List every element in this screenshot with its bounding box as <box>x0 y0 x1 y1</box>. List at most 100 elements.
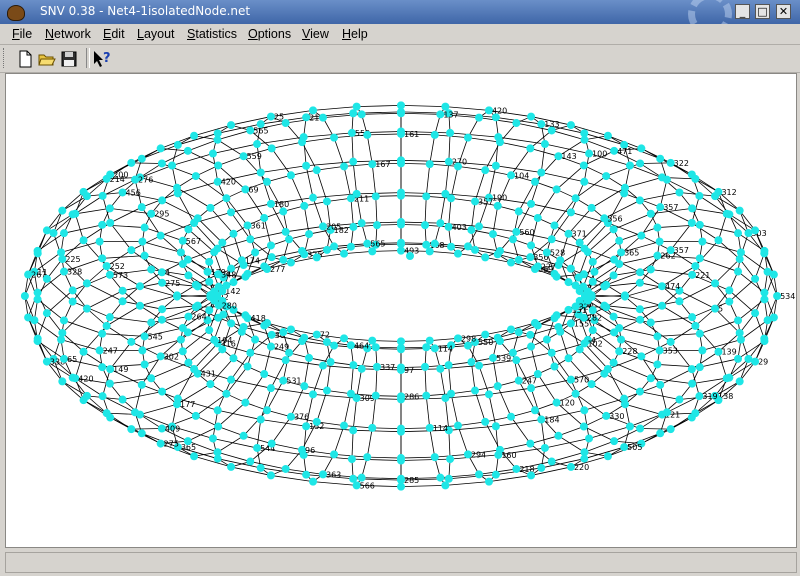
graph-node[interactable] <box>285 235 294 244</box>
graph-node[interactable] <box>158 387 167 396</box>
isolated-node[interactable] <box>406 252 414 260</box>
graph-node[interactable] <box>222 281 231 290</box>
graph-node[interactable] <box>425 160 434 169</box>
graph-node[interactable] <box>691 262 700 271</box>
graph-node[interactable] <box>714 236 723 245</box>
graph-node[interactable] <box>251 248 260 257</box>
menu-file[interactable]: File <box>12 27 32 41</box>
graph-node[interactable] <box>537 168 546 177</box>
graph-node[interactable] <box>463 242 472 251</box>
save-disk-icon[interactable] <box>59 49 79 69</box>
graph-node[interactable] <box>229 229 238 238</box>
graph-node[interactable] <box>711 192 720 201</box>
graph-node[interactable] <box>514 207 523 216</box>
graph-node[interactable] <box>580 406 589 415</box>
graph-node[interactable] <box>656 429 665 438</box>
graph-node[interactable] <box>312 253 321 262</box>
graph-node[interactable] <box>137 380 146 389</box>
graph-node[interactable] <box>711 279 720 288</box>
graph-node[interactable] <box>239 260 248 269</box>
graph-node[interactable] <box>157 159 166 168</box>
graph-node[interactable] <box>585 434 594 443</box>
graph-node[interactable] <box>190 219 199 228</box>
graph-node[interactable] <box>227 375 236 384</box>
graph-node[interactable] <box>687 218 696 227</box>
graph-node[interactable] <box>173 140 182 149</box>
graph-node[interactable] <box>744 354 753 363</box>
graph-node[interactable] <box>98 220 107 229</box>
graph-node[interactable] <box>184 225 193 234</box>
graph-node[interactable] <box>30 316 39 325</box>
torus-graph[interactable]: 5343653532622282214295155138139151121319… <box>6 74 796 547</box>
graph-node[interactable] <box>571 389 580 398</box>
graph-node[interactable] <box>267 439 276 448</box>
graph-node[interactable] <box>346 242 355 251</box>
graph-node[interactable] <box>190 452 199 461</box>
graph-node[interactable] <box>213 244 222 253</box>
graph-node[interactable] <box>340 334 349 343</box>
graph-node[interactable] <box>309 193 318 202</box>
graph-node[interactable] <box>446 455 455 464</box>
graph-node[interactable] <box>620 394 629 403</box>
graph-node[interactable] <box>227 208 236 217</box>
graph-node[interactable] <box>609 358 618 367</box>
graph-node[interactable] <box>158 196 167 205</box>
graph-node[interactable] <box>453 162 462 171</box>
graph-node[interactable] <box>298 246 307 255</box>
graph-node[interactable] <box>302 470 311 479</box>
menu-help[interactable]: Help <box>342 27 368 41</box>
graph-node[interactable] <box>526 330 535 339</box>
graph-node[interactable] <box>526 439 535 448</box>
graph-node[interactable] <box>309 477 318 486</box>
app-icon[interactable] <box>7 5 25 21</box>
graph-node[interactable] <box>178 324 187 333</box>
graph-node[interactable] <box>769 313 778 322</box>
graph-node[interactable] <box>698 237 707 246</box>
graph-node[interactable] <box>554 431 563 440</box>
graph-node[interactable] <box>507 412 516 421</box>
graph-node[interactable] <box>20 292 29 300</box>
graph-node[interactable] <box>208 149 217 158</box>
graph-node[interactable] <box>564 354 573 363</box>
graph-node[interactable] <box>488 230 497 239</box>
graph-node[interactable] <box>312 166 321 175</box>
graph-node[interactable] <box>118 297 127 306</box>
graph-node[interactable] <box>322 386 331 395</box>
close-button[interactable]: ✕ <box>776 4 791 19</box>
graph-node[interactable] <box>137 429 146 438</box>
graph-node[interactable] <box>493 382 502 391</box>
network-canvas[interactable]: 534 365 353 262 228 221 4 29 5 155 138 139 151 121 319… <box>5 73 797 548</box>
graph-node[interactable] <box>550 362 559 371</box>
graph-node[interactable] <box>430 239 439 248</box>
graph-node[interactable] <box>357 219 366 228</box>
graph-node[interactable] <box>526 144 535 153</box>
graph-node[interactable] <box>615 324 624 333</box>
graph-node[interactable] <box>318 361 327 370</box>
graph-node[interactable] <box>527 241 536 250</box>
minimize-button[interactable]: _ <box>735 4 750 19</box>
graph-node[interactable] <box>507 258 516 267</box>
new-file-icon[interactable] <box>15 49 35 69</box>
graph-node[interactable] <box>371 192 380 201</box>
graph-node[interactable] <box>127 337 136 346</box>
graph-node[interactable] <box>105 379 114 388</box>
graph-node[interactable] <box>463 133 472 142</box>
graph-node[interactable] <box>138 237 147 246</box>
graph-node[interactable] <box>430 130 439 139</box>
graph-node[interactable] <box>493 201 502 210</box>
graph-node[interactable] <box>493 250 502 259</box>
graph-node[interactable] <box>227 319 236 328</box>
graph-node[interactable] <box>675 395 684 404</box>
graph-node[interactable] <box>98 392 107 401</box>
graph-node[interactable] <box>444 361 453 370</box>
graph-node[interactable] <box>49 229 58 238</box>
graph-node[interactable] <box>127 425 136 434</box>
graph-node[interactable] <box>147 318 156 327</box>
graph-node[interactable] <box>299 133 308 142</box>
graph-node[interactable] <box>688 313 697 322</box>
graph-node[interactable] <box>695 254 704 263</box>
maximize-button[interactable]: □ <box>755 4 770 19</box>
graph-node[interactable] <box>397 101 405 110</box>
graph-node[interactable] <box>281 356 290 365</box>
graph-node[interactable] <box>183 146 192 155</box>
